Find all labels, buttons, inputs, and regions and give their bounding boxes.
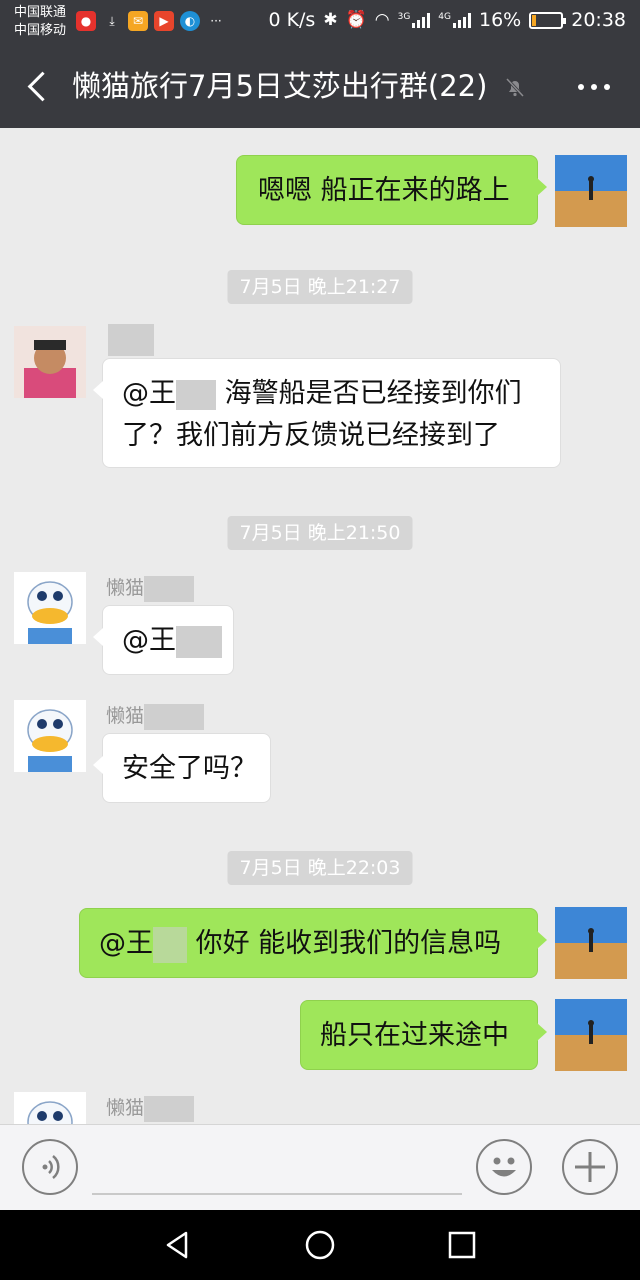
desert-photo-icon <box>555 155 627 227</box>
redacted-name <box>108 324 154 356</box>
sender-name-text: 懒猫 <box>106 1097 145 1119</box>
redacted-name <box>144 703 205 730</box>
message-bubble[interactable]: 安全了吗？ <box>93 733 271 803</box>
back-arrow-icon[interactable] <box>18 64 58 108</box>
timestamp: 7月5日 晚上22:03 <box>227 851 413 885</box>
plus-icon[interactable] <box>562 1139 618 1195</box>
message-text: 安全了吗？ <box>122 753 257 784</box>
redacted-mention <box>176 379 216 410</box>
nav-home-icon[interactable] <box>302 1227 338 1263</box>
plus-glyph <box>575 1152 605 1182</box>
message-bubble[interactable]: @王 海警船是否已经接到你们 了？我们前方反馈说已经接到了 <box>93 358 561 468</box>
my-avatar[interactable] <box>555 907 627 979</box>
message-bubble[interactable]: 嗯嗯 船正在来的路上 <box>236 155 547 225</box>
mention-prefix: @王 <box>122 625 176 656</box>
system-nav-bar <box>0 1210 640 1280</box>
message-input[interactable] <box>92 1193 462 1195</box>
duck-avatar-icon <box>14 572 86 644</box>
voice-icon[interactable] <box>22 1139 78 1195</box>
bell-off-icon <box>505 77 525 98</box>
redacted-mention <box>176 625 222 658</box>
mention-prefix: @王 <box>122 378 176 409</box>
clock: 20:38 <box>571 9 626 31</box>
desert-photo-icon <box>555 907 627 979</box>
status-bar: 中国联通 中国移动 ● ⤓ ✉ ▶ ◐ ··· 0 K/s ✱ ⏰ ◠ 3G 4… <box>0 0 640 44</box>
input-bar <box>0 1124 640 1210</box>
network-2-label: 4G <box>438 12 451 22</box>
message-text-part: 你好 能收到我们的信息吗 <box>187 928 502 959</box>
redacted-name <box>144 575 195 602</box>
sender-name-text: 懒猫 <box>106 705 145 727</box>
carrier-2: 中国移动 <box>14 23 67 38</box>
message-text: 嗯嗯 船正在来的路上 <box>258 175 510 206</box>
message-text: 船只在过来途中 <box>320 1020 509 1051</box>
browser-icon: ◐ <box>180 11 200 31</box>
sender-avatar[interactable] <box>14 326 86 398</box>
alarm-icon: ⏰ <box>345 10 367 30</box>
my-avatar[interactable] <box>555 155 627 227</box>
sender-avatar[interactable] <box>14 1092 86 1124</box>
more-notifications-icon: ··· <box>210 14 222 28</box>
message-line-1: @王 海警船是否已经接到你们 <box>122 373 541 415</box>
message-bubble[interactable]: @王 你好 能收到我们的信息吗 <box>79 908 547 978</box>
duck-avatar-icon <box>14 700 86 772</box>
battery-fill <box>532 14 537 26</box>
sender-name-text: 懒猫 <box>106 577 145 599</box>
notification-icons: ● ⤓ ✉ ▶ ◐ ··· <box>76 11 226 31</box>
chat-title: 懒猫旅行7月5日艾莎出行群(22) <box>72 69 488 103</box>
sender-name: 懒猫 <box>106 702 205 730</box>
sender-avatar[interactable] <box>14 572 86 644</box>
status-right: 0 K/s ✱ ⏰ ◠ 3G 4G 16% 20:38 <box>268 9 626 31</box>
battery-icon <box>529 11 567 29</box>
network-1-label: 3G <box>397 12 411 22</box>
child-photo-icon <box>14 326 86 398</box>
signal-4g-icon: 4G <box>438 12 471 28</box>
desert-photo-icon <box>555 999 627 1071</box>
wifi-icon: ◠ <box>374 10 390 30</box>
chat-header: 懒猫旅行7月5日艾莎出行群(22) <box>0 44 640 128</box>
nav-back-icon[interactable] <box>160 1227 196 1263</box>
video-icon: ▶ <box>154 11 174 31</box>
carrier-1: 中国联通 <box>14 5 67 20</box>
voice-glyph <box>42 1155 60 1179</box>
duck-avatar-icon <box>14 1092 86 1124</box>
weibo-icon: ● <box>76 11 96 31</box>
timestamp: 7月5日 晚上21:50 <box>227 516 413 550</box>
network-speed: 0 K/s <box>268 9 316 31</box>
sender-name: 懒猫 <box>106 1094 195 1122</box>
sender-name: 懒猫 <box>106 574 195 602</box>
emoji-icon[interactable] <box>476 1139 532 1195</box>
my-avatar[interactable] <box>555 999 627 1071</box>
battery-percent: 16% <box>479 9 522 31</box>
more-dots-icon[interactable] <box>578 74 610 100</box>
mention-prefix: @王 <box>99 928 153 959</box>
message-line-2: 了？我们前方反馈说已经接到了 <box>122 420 500 451</box>
timestamp: 7月5日 晚上21:27 <box>227 270 413 304</box>
redacted-mention <box>153 926 187 963</box>
message-text-part: 海警船是否已经接到你们 <box>216 378 522 409</box>
emoji-glyph <box>492 1157 516 1177</box>
carrier-names: 中国联通 中国移动 <box>14 4 66 40</box>
sender-avatar[interactable] <box>14 700 86 772</box>
message-bubble[interactable]: 船只在过来途中 <box>300 1000 547 1070</box>
message-bubble[interactable]: @王 <box>93 605 234 675</box>
bluetooth-icon: ✱ <box>323 10 338 30</box>
redacted-name <box>144 1095 195 1122</box>
signal-3g-icon: 3G <box>398 12 431 28</box>
download-icon: ⤓ <box>109 13 115 28</box>
sender-name <box>108 324 154 356</box>
mail-icon: ✉ <box>128 11 148 31</box>
nav-recents-icon[interactable] <box>444 1227 480 1263</box>
